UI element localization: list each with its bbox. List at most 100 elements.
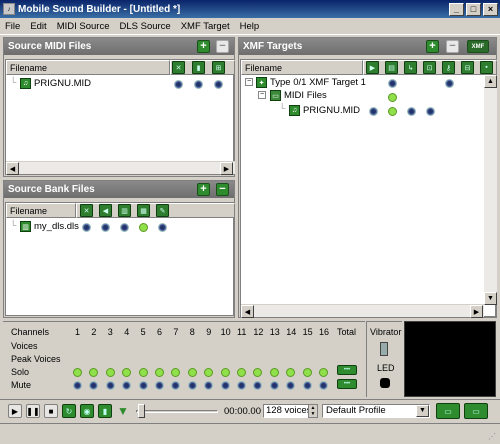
mute-toggle[interactable] bbox=[171, 381, 181, 390]
solo-toggle[interactable] bbox=[269, 368, 279, 377]
doc-column-icon[interactable]: ▤ bbox=[385, 61, 398, 74]
xmf-vscrollbar[interactable]: ▲ ▼ bbox=[484, 75, 497, 305]
menu-midi-source[interactable]: MIDI Source bbox=[52, 21, 115, 32]
meter-icon[interactable]: ▮ bbox=[98, 404, 112, 418]
mute-toggle[interactable] bbox=[89, 381, 99, 390]
remove-midi-button[interactable]: − bbox=[216, 40, 229, 53]
key-column-icon[interactable]: ⚷ bbox=[442, 61, 455, 74]
menu-help[interactable]: Help bbox=[235, 21, 265, 32]
format-column-icon[interactable]: ⊟ bbox=[461, 61, 474, 74]
position-slider[interactable] bbox=[136, 410, 218, 413]
profile-select[interactable]: Default Profile bbox=[322, 404, 430, 418]
bank-option-dot[interactable] bbox=[120, 223, 129, 232]
mute-toggle[interactable] bbox=[73, 381, 82, 390]
mute-toggle[interactable] bbox=[269, 381, 279, 390]
target-option-dot[interactable] bbox=[445, 79, 454, 88]
xmf-hscrollbar[interactable]: ◀ ▶ bbox=[241, 304, 484, 318]
scroll-left-icon[interactable]: ◀ bbox=[241, 305, 254, 318]
filter-icon[interactable]: ▼ bbox=[116, 404, 130, 418]
xmf-filename-header[interactable]: Filename bbox=[241, 60, 363, 75]
solo-toggle[interactable] bbox=[286, 368, 296, 377]
collapse-icon[interactable]: − bbox=[245, 78, 253, 86]
slider-thumb[interactable] bbox=[138, 404, 145, 418]
midi-option-dot[interactable] bbox=[194, 80, 203, 89]
midi-file-name[interactable]: PRIGNU.MID bbox=[34, 78, 91, 89]
remove-target-button[interactable]: − bbox=[446, 40, 459, 53]
midi-list[interactable]: Filename ✕ ▮ ⊞ └ ♫ PRIGNU.MID ◀ ▶ bbox=[5, 59, 235, 175]
mute-toggle[interactable] bbox=[319, 381, 328, 390]
xmf-file-name[interactable]: PRIGNU.MID bbox=[303, 105, 360, 116]
bank-filename-header[interactable]: Filename bbox=[6, 203, 76, 218]
mute-toggle[interactable] bbox=[237, 381, 246, 390]
mute-toggle[interactable] bbox=[204, 381, 214, 390]
solo-toggle[interactable] bbox=[253, 368, 263, 377]
solo-toggle[interactable] bbox=[138, 368, 148, 377]
solo-toggle[interactable] bbox=[319, 368, 328, 377]
file-option-dot-active[interactable] bbox=[388, 107, 397, 116]
bank-list[interactable]: Filename ✕ ◀ ▥ ▦ ✎ └ ▥ my_dls.dls bbox=[5, 202, 235, 316]
solo-column-icon[interactable]: ✕ bbox=[172, 61, 185, 74]
mute-toggle[interactable] bbox=[138, 381, 148, 390]
xmf-folder-name[interactable]: MIDI Files bbox=[284, 90, 327, 101]
menu-xmf-target[interactable]: XMF Target bbox=[176, 21, 235, 32]
mute-all-button[interactable]: ••• bbox=[337, 379, 357, 389]
close-icon[interactable]: × bbox=[483, 2, 498, 16]
remove-bank-button[interactable]: − bbox=[216, 183, 229, 196]
scroll-right-icon[interactable]: ▶ bbox=[220, 162, 233, 175]
solo-toggle[interactable] bbox=[204, 368, 214, 377]
bank-option-dot[interactable] bbox=[101, 223, 110, 232]
speaker-column-icon[interactable]: ◀ bbox=[99, 204, 112, 217]
solo-toggle[interactable] bbox=[302, 368, 312, 377]
resize-grip-icon[interactable]: ⋰ bbox=[488, 432, 498, 442]
midi-option-dot[interactable] bbox=[214, 80, 223, 89]
folder-option-dot-active[interactable] bbox=[388, 93, 397, 102]
bank-file-name[interactable]: my_dls.dls bbox=[34, 221, 79, 232]
bank-option-dot[interactable] bbox=[82, 223, 91, 232]
mute-toggle[interactable] bbox=[105, 381, 115, 390]
extra-column-icon[interactable]: ▪ bbox=[480, 61, 493, 74]
file-option-dot[interactable] bbox=[407, 107, 416, 116]
play-icon[interactable]: ▶ bbox=[8, 404, 22, 418]
lock-column-icon[interactable]: ⊡ bbox=[423, 61, 436, 74]
mute-toggle[interactable] bbox=[302, 381, 312, 390]
add-bank-button[interactable]: + bbox=[197, 183, 210, 196]
menu-edit[interactable]: Edit bbox=[25, 21, 51, 32]
chip-column-icon[interactable]: ▦ bbox=[137, 204, 150, 217]
level-column-icon[interactable]: ▮ bbox=[192, 61, 205, 74]
bank-option-dot-active[interactable] bbox=[139, 223, 148, 232]
solo-toggle[interactable] bbox=[171, 368, 181, 377]
midi-filename-header[interactable]: Filename bbox=[6, 60, 170, 75]
record-icon[interactable]: ◉ bbox=[80, 404, 94, 418]
mute-toggle[interactable] bbox=[155, 381, 164, 390]
solo-toggle[interactable] bbox=[220, 368, 230, 377]
scroll-right-icon[interactable]: ▶ bbox=[470, 305, 483, 318]
maximize-icon[interactable]: □ bbox=[466, 2, 481, 16]
midi-option-dot[interactable] bbox=[174, 80, 183, 89]
mute-toggle[interactable] bbox=[187, 381, 197, 390]
file-option-dot[interactable] bbox=[369, 107, 378, 116]
mute-toggle[interactable] bbox=[286, 381, 296, 390]
device-icon[interactable]: ▭ bbox=[436, 403, 460, 419]
mute-toggle[interactable] bbox=[122, 381, 132, 390]
solo-toggle[interactable] bbox=[105, 368, 115, 377]
solo-all-button[interactable]: ••• bbox=[337, 365, 357, 375]
chevron-down-icon[interactable]: ▼ bbox=[416, 405, 429, 417]
spinner-arrows-icon[interactable]: ▲ ▼ bbox=[308, 404, 318, 418]
scroll-down-icon[interactable]: ▼ bbox=[484, 292, 497, 305]
keyboard-column-icon[interactable]: ▥ bbox=[118, 204, 131, 217]
scroll-up-icon[interactable]: ▲ bbox=[484, 75, 497, 88]
tools-column-icon[interactable]: ✎ bbox=[156, 204, 169, 217]
mute-toggle[interactable] bbox=[220, 381, 230, 390]
xmf-export-button[interactable]: XMF bbox=[467, 40, 489, 53]
add-target-button[interactable]: + bbox=[426, 40, 439, 53]
xmf-target-name[interactable]: Type 0/1 XMF Target 1 bbox=[270, 77, 366, 88]
minimize-icon[interactable]: _ bbox=[449, 2, 464, 16]
solo-toggle[interactable] bbox=[155, 368, 164, 377]
menu-dls-source[interactable]: DLS Source bbox=[114, 21, 175, 32]
device-settings-icon[interactable]: ▭ bbox=[464, 403, 488, 419]
bank-column-icon[interactable]: ⊞ bbox=[212, 61, 225, 74]
scroll-left-icon[interactable]: ◀ bbox=[6, 162, 19, 175]
collapse-icon[interactable]: − bbox=[258, 91, 266, 99]
target-option-dot[interactable] bbox=[388, 79, 397, 88]
bank-option-dot[interactable] bbox=[158, 223, 167, 232]
